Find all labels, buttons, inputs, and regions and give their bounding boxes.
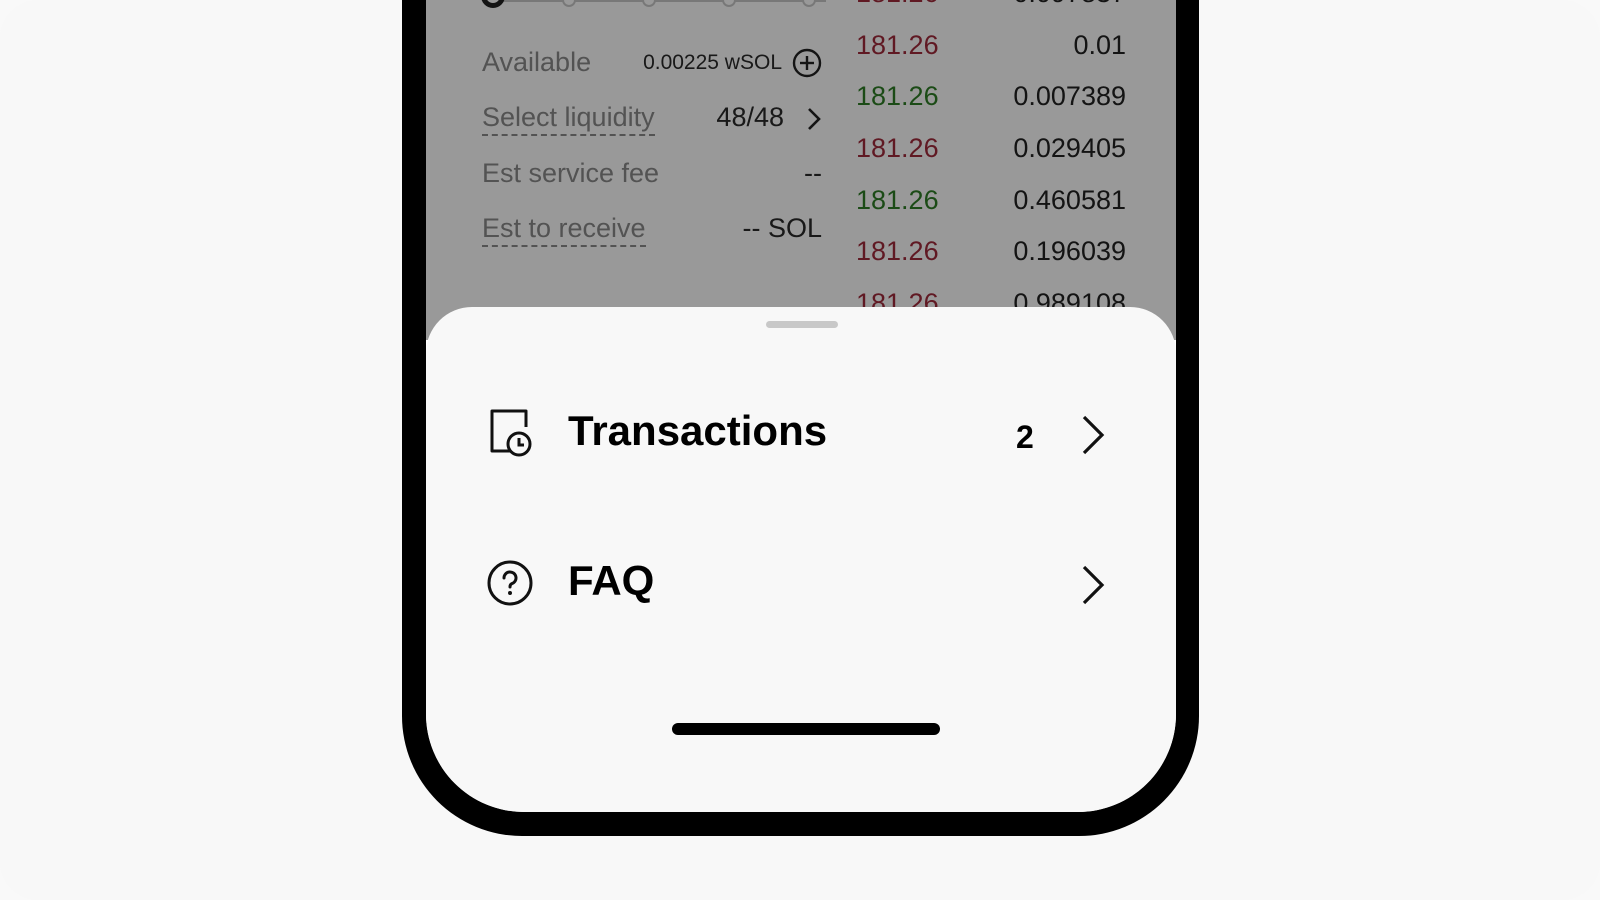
transactions-count-badge: 2 (1016, 419, 1034, 455)
menu-item-transactions[interactable]: Transactions 2 (426, 385, 1176, 485)
phone-screen: Available 0.00225 wSOL Select liquidity … (426, 0, 1176, 812)
transactions-clock-icon (490, 409, 532, 457)
phone-frame: Available 0.00225 wSOL Select liquidity … (402, 0, 1199, 836)
menu-item-label: FAQ (568, 557, 655, 604)
sheet-grabber[interactable] (766, 321, 838, 328)
chevron-right-icon (1082, 415, 1105, 455)
chevron-right-icon (1082, 565, 1105, 605)
bottom-sheet: Transactions 2 FAQ (426, 307, 1176, 812)
home-indicator (672, 723, 940, 735)
menu-item-faq[interactable]: FAQ (426, 535, 1176, 635)
question-circle-icon (487, 560, 533, 606)
sheet-backdrop[interactable] (426, 0, 1176, 340)
menu-item-label: Transactions (568, 407, 828, 454)
